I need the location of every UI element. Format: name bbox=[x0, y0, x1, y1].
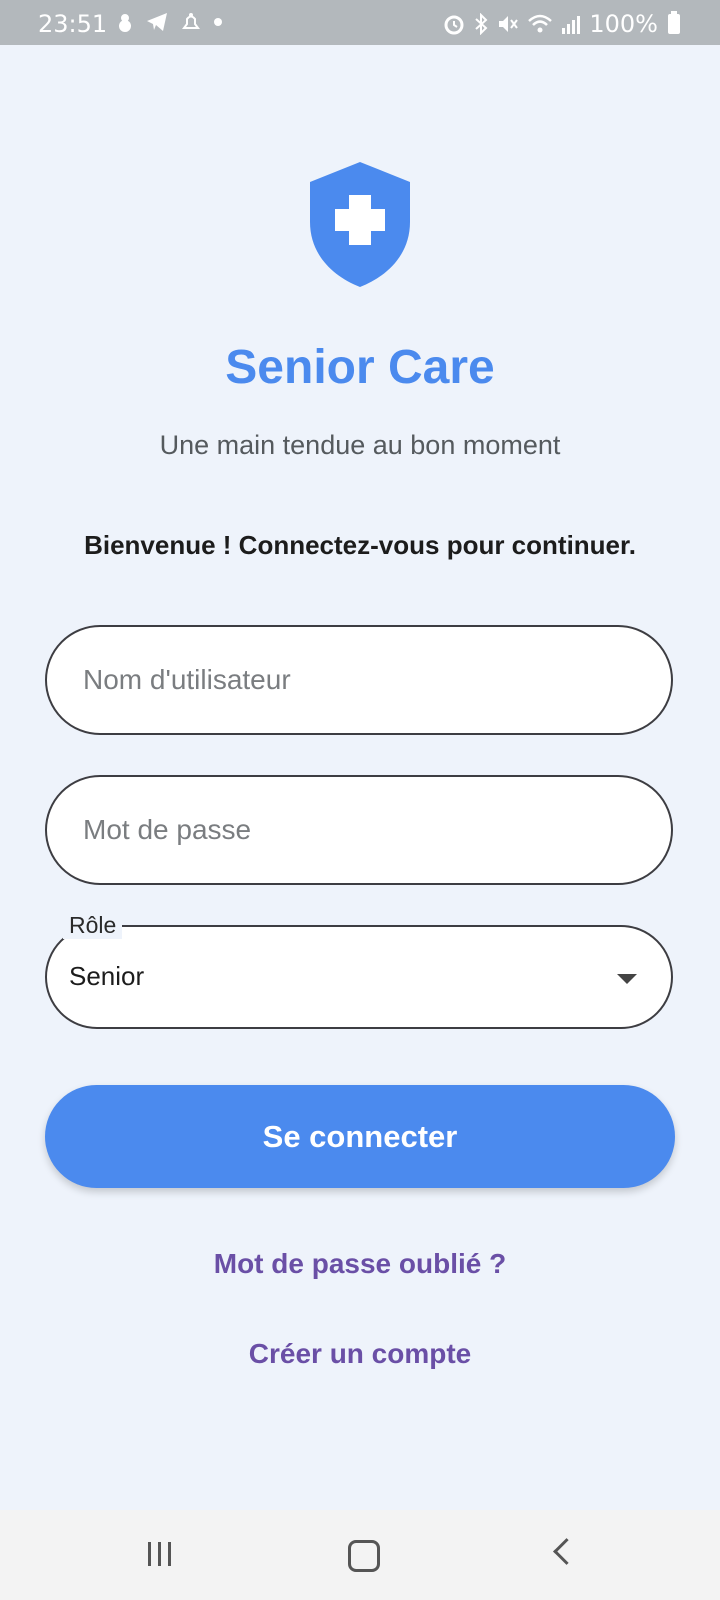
system-nav-bar bbox=[0, 1510, 720, 1600]
mute-icon bbox=[499, 16, 519, 32]
snowman-icon bbox=[119, 14, 131, 32]
dropdown-caret-icon bbox=[617, 974, 637, 984]
battery-percent: 100% bbox=[589, 10, 658, 38]
bluetooth-icon bbox=[475, 13, 488, 35]
notification-icons bbox=[116, 12, 222, 32]
dot-icon bbox=[214, 18, 222, 26]
alarm-clock-icon bbox=[444, 15, 464, 35]
app-tagline: Une main tendue au bon moment bbox=[159, 430, 561, 460]
alarm-bell-icon bbox=[182, 13, 200, 29]
battery-icon bbox=[668, 11, 680, 34]
password-field-container bbox=[45, 775, 673, 885]
welcome-message: Bienvenue ! Connectez-vous pour continue… bbox=[84, 530, 636, 560]
wifi-icon bbox=[528, 14, 553, 33]
telegram-icon bbox=[147, 13, 167, 31]
signal-icon bbox=[562, 16, 581, 34]
create-account-link[interactable]: Créer un compte bbox=[0, 1338, 720, 1370]
username-input[interactable] bbox=[47, 627, 671, 733]
recents-icon[interactable] bbox=[148, 1542, 171, 1566]
forgot-password-link[interactable]: Mot de passe oublié ? bbox=[0, 1248, 720, 1280]
shield-plus-icon bbox=[310, 162, 410, 287]
status-bar: 23:51 100% bbox=[0, 0, 720, 45]
role-dropdown[interactable]: Rôle Senior bbox=[45, 911, 673, 1029]
app-title: Senior Care bbox=[225, 341, 495, 394]
username-field-container bbox=[45, 625, 673, 735]
status-time: 23:51 bbox=[38, 10, 108, 38]
status-right: 100% bbox=[443, 10, 680, 38]
password-input[interactable] bbox=[47, 777, 671, 883]
login-button[interactable]: Se connecter bbox=[45, 1085, 675, 1188]
role-selected-value: Senior bbox=[69, 961, 145, 991]
back-icon[interactable] bbox=[553, 1538, 580, 1565]
home-icon[interactable] bbox=[348, 1540, 380, 1572]
role-label: Rôle bbox=[63, 911, 123, 939]
